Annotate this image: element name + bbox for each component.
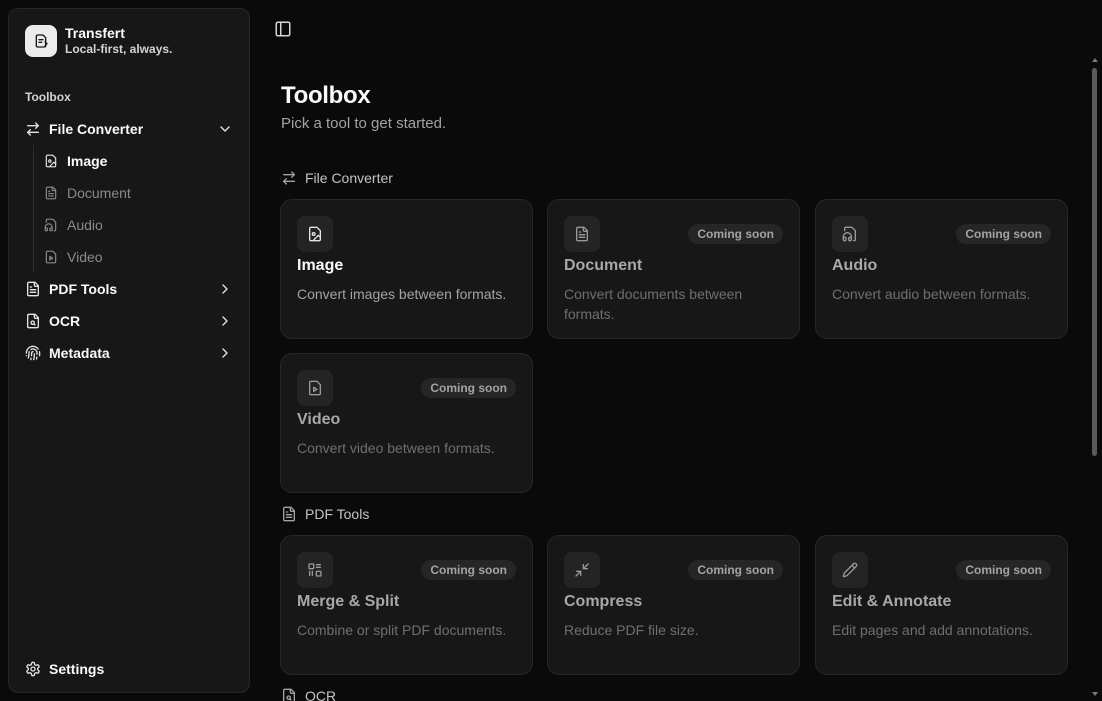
sidebar-item-ocr[interactable]: OCR bbox=[17, 305, 241, 337]
chevron-down-icon bbox=[217, 121, 233, 137]
sidebar-item-label: Metadata bbox=[49, 345, 110, 361]
toggle-sidebar-button[interactable] bbox=[274, 20, 292, 38]
sidebar-subitem-video[interactable]: Video bbox=[44, 241, 241, 273]
file-image-icon bbox=[44, 154, 58, 168]
section-heading-pdf-tools: PDF Tools bbox=[281, 504, 369, 524]
pencil-icon bbox=[832, 552, 868, 588]
tool-card-compress[interactable]: Coming soon Compress Reduce PDF file siz… bbox=[547, 535, 800, 675]
tool-card-description: Convert images between formats. bbox=[297, 286, 507, 302]
arrows-swap-icon bbox=[25, 121, 41, 137]
tool-card-description: Convert audio between formats. bbox=[832, 286, 1031, 302]
sidebar-subitem-image[interactable]: Image bbox=[44, 145, 241, 177]
app-logo-icon bbox=[25, 25, 57, 57]
tool-card-title: Document bbox=[564, 257, 643, 274]
app-tagline: Local-first, always. bbox=[65, 42, 173, 56]
coming-soon-badge: Coming soon bbox=[688, 560, 783, 580]
tool-card-title: Merge & Split bbox=[297, 593, 400, 610]
tool-card-title: Video bbox=[297, 411, 341, 428]
chevron-right-icon bbox=[217, 281, 233, 297]
sidebar-item-file-converter[interactable]: File Converter bbox=[17, 113, 241, 145]
sidebar-subitem-label: Document bbox=[67, 185, 131, 201]
tool-card-title: Image bbox=[297, 257, 344, 274]
file-text-icon bbox=[25, 281, 41, 297]
scrollbar-thumb[interactable] bbox=[1092, 68, 1097, 456]
file-audio-icon bbox=[44, 218, 58, 232]
tool-card-image[interactable]: Image Convert images between formats. bbox=[280, 199, 533, 339]
tool-card-description: Edit pages and add annotations. bbox=[832, 622, 1033, 638]
sidebar-section-label: Toolbox bbox=[25, 90, 71, 104]
sidebar-subitem-label: Video bbox=[67, 249, 103, 265]
tool-card-video[interactable]: Coming soon Video Convert video between … bbox=[280, 353, 533, 493]
file-scan-icon bbox=[281, 688, 297, 701]
tool-card-document[interactable]: Coming soon Document Convert documents b… bbox=[547, 199, 800, 339]
tool-card-title: Compress bbox=[564, 593, 643, 610]
chevron-right-icon bbox=[217, 345, 233, 361]
section-heading-label: OCR bbox=[305, 688, 337, 701]
sidebar-item-label: File Converter bbox=[49, 121, 144, 137]
sidebar-subitem-audio[interactable]: Audio bbox=[44, 209, 241, 241]
file-text-icon bbox=[564, 216, 600, 252]
sidebar-subitem-document[interactable]: Document bbox=[44, 177, 241, 209]
file-audio-icon bbox=[832, 216, 868, 252]
page-subtitle: Pick a tool to get started. bbox=[281, 115, 447, 132]
sidebar-item-pdf-tools[interactable]: PDF Tools bbox=[17, 273, 241, 305]
file-text-icon bbox=[44, 186, 58, 200]
coming-soon-badge: Coming soon bbox=[421, 378, 516, 398]
tool-card-description: Convert video between formats. bbox=[297, 440, 495, 456]
tool-card-merge-split[interactable]: Coming soon Merge & Split Combine or spl… bbox=[280, 535, 533, 675]
scroll-up-arrow-icon[interactable] bbox=[1092, 58, 1098, 62]
app-name: Transfert bbox=[65, 25, 125, 41]
section-heading-label: PDF Tools bbox=[305, 506, 370, 522]
sidebar-item-label: PDF Tools bbox=[49, 281, 118, 297]
brand[interactable]: Transfert Local-first, always. bbox=[25, 25, 172, 57]
section-heading-label: File Converter bbox=[305, 170, 393, 186]
sidebar: Transfert Local-first, always. Toolbox F… bbox=[8, 8, 250, 693]
file-scan-icon bbox=[25, 313, 41, 329]
settings-button[interactable]: Settings bbox=[25, 657, 104, 681]
sidebar-subnav-file-converter: Image Document Audio Video bbox=[33, 145, 241, 273]
tool-card-description: Combine or split PDF documents. bbox=[297, 622, 507, 638]
file-video-icon bbox=[297, 370, 333, 406]
sidebar-item-metadata[interactable]: Metadata bbox=[17, 337, 241, 369]
settings-label: Settings bbox=[49, 661, 105, 677]
merge-split-icon bbox=[297, 552, 333, 588]
fingerprint-icon bbox=[25, 345, 41, 361]
compress-icon bbox=[564, 552, 600, 588]
sidebar-item-label: OCR bbox=[49, 313, 81, 329]
file-image-icon bbox=[297, 216, 333, 252]
file-video-icon bbox=[44, 250, 58, 264]
page-title: Toolbox bbox=[281, 82, 371, 109]
gear-icon bbox=[25, 661, 41, 677]
tool-card-title: Audio bbox=[832, 257, 878, 274]
coming-soon-badge: Coming soon bbox=[956, 560, 1051, 580]
coming-soon-badge: Coming soon bbox=[688, 224, 783, 244]
panel-left-icon bbox=[275, 21, 291, 37]
coming-soon-badge: Coming soon bbox=[421, 560, 516, 580]
chevron-right-icon bbox=[217, 313, 233, 329]
section-heading-ocr: OCR bbox=[281, 686, 336, 701]
file-text-icon bbox=[281, 506, 297, 522]
sidebar-subitem-label: Image bbox=[67, 153, 108, 169]
scroll-down-arrow-icon[interactable] bbox=[1092, 692, 1098, 696]
arrows-swap-icon bbox=[281, 170, 297, 186]
tool-card-audio[interactable]: Coming soon Audio Convert audio between … bbox=[815, 199, 1068, 339]
tool-card-description: Convert documents between formats. bbox=[564, 286, 743, 322]
sidebar-subitem-label: Audio bbox=[67, 217, 103, 233]
main-content: Toolbox Pick a tool to get started. File… bbox=[266, 56, 1084, 701]
sidebar-nav: File Converter Image Document Audio Vide… bbox=[17, 113, 241, 369]
coming-soon-badge: Coming soon bbox=[956, 224, 1051, 244]
tool-card-description: Reduce PDF file size. bbox=[564, 622, 699, 638]
tool-card-title: Edit & Annotate bbox=[832, 593, 952, 610]
tool-card-edit-annotate[interactable]: Coming soon Edit & Annotate Edit pages a… bbox=[815, 535, 1068, 675]
section-heading-file-converter: File Converter bbox=[281, 168, 393, 188]
